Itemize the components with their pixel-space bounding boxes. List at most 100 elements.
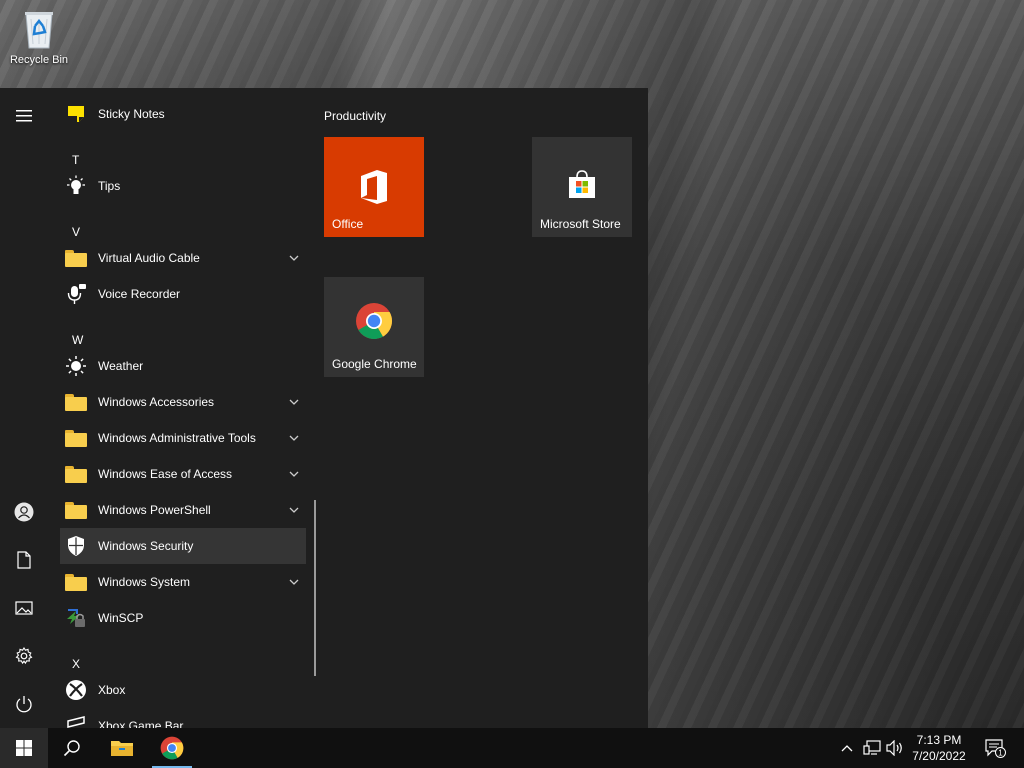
recycle-bin[interactable]: Recycle Bin bbox=[6, 6, 72, 76]
letter-header-w[interactable]: W bbox=[72, 333, 83, 347]
store-bag-icon bbox=[569, 170, 595, 198]
shield-icon bbox=[64, 534, 88, 558]
app-label: Voice Recorder bbox=[98, 287, 181, 301]
app-list-scrollbar[interactable] bbox=[314, 500, 316, 676]
action-center-button[interactable]: 1 bbox=[978, 728, 1012, 768]
search-icon bbox=[63, 740, 80, 757]
folder-icon bbox=[65, 249, 87, 267]
network-button[interactable] bbox=[860, 728, 884, 768]
network-icon bbox=[863, 740, 881, 755]
xbox-icon bbox=[64, 678, 88, 702]
start-button[interactable] bbox=[0, 728, 48, 768]
folder-icon bbox=[65, 429, 87, 447]
search-button[interactable] bbox=[48, 728, 96, 768]
app-label: Windows Security bbox=[98, 539, 194, 553]
app-label: Sticky Notes bbox=[98, 107, 165, 121]
folder-icon bbox=[65, 501, 87, 519]
letter-header-x[interactable]: X bbox=[72, 657, 80, 671]
notification-icon: 1 bbox=[985, 739, 1006, 758]
clock[interactable]: 7:13 PM 7/20/2022 bbox=[908, 732, 970, 764]
letter-header-t[interactable]: T bbox=[72, 153, 79, 167]
chevron-down-icon[interactable] bbox=[288, 432, 300, 444]
winscp-icon bbox=[64, 606, 88, 630]
folder-icon bbox=[65, 573, 87, 591]
chrome-taskbar-button[interactable] bbox=[148, 728, 196, 768]
sticky-notes-icon bbox=[64, 102, 88, 126]
app-label: Windows Accessories bbox=[98, 395, 215, 409]
app-label: Weather bbox=[98, 359, 144, 373]
microphone-icon bbox=[64, 282, 88, 306]
chevron-down-icon[interactable] bbox=[288, 576, 300, 588]
app-tips[interactable]: Tips bbox=[60, 168, 306, 204]
app-label: Windows PowerShell bbox=[98, 503, 211, 517]
user-icon bbox=[14, 502, 34, 522]
volume-button[interactable] bbox=[884, 728, 906, 768]
start-rail bbox=[0, 88, 48, 728]
chrome-icon bbox=[356, 303, 392, 340]
folder-virtual-audio-cable[interactable]: Virtual Audio Cable bbox=[60, 240, 306, 276]
tile-label: Google Chrome bbox=[332, 357, 417, 371]
chevron-down-icon[interactable] bbox=[288, 396, 300, 408]
app-list: Sticky Notes T Tips V Virtual Audio Cabl… bbox=[58, 96, 308, 728]
app-windows-security[interactable]: Windows Security bbox=[60, 528, 306, 564]
app-label: Windows Administrative Tools bbox=[98, 431, 256, 445]
gear-icon bbox=[15, 647, 33, 665]
folder-windows-ease-of-access[interactable]: Windows Ease of Access bbox=[60, 456, 306, 492]
start-menu: Sticky Notes T Tips V Virtual Audio Cabl… bbox=[0, 88, 648, 728]
folder-icon bbox=[111, 741, 133, 756]
tile-microsoft-store[interactable]: Microsoft Store bbox=[532, 137, 632, 237]
folder-windows-administrative-tools[interactable]: Windows Administrative Tools bbox=[60, 420, 306, 456]
clock-date: 7/20/2022 bbox=[912, 749, 966, 763]
tile-group-title[interactable]: Productivity bbox=[324, 109, 386, 123]
tile-google-chrome[interactable]: Google Chrome bbox=[324, 277, 424, 377]
tile-label: Microsoft Store bbox=[540, 217, 621, 231]
pictures-button[interactable] bbox=[0, 586, 48, 630]
notification-count: 1 bbox=[998, 749, 1003, 758]
app-label: Windows System bbox=[98, 575, 191, 589]
app-sticky-notes[interactable]: Sticky Notes bbox=[60, 96, 306, 132]
app-voice-recorder[interactable]: Voice Recorder bbox=[60, 276, 306, 312]
folder-icon bbox=[65, 465, 87, 483]
app-xbox-game-bar[interactable]: Xbox Game Bar bbox=[60, 708, 306, 728]
xbox-game-bar-icon bbox=[64, 714, 88, 728]
clock-time: 7:13 PM bbox=[916, 733, 962, 747]
volume-icon bbox=[886, 740, 902, 756]
document-icon bbox=[17, 551, 31, 569]
show-hidden-icons-button[interactable] bbox=[836, 728, 858, 768]
tile-office[interactable]: Office bbox=[324, 137, 424, 237]
power-button[interactable] bbox=[0, 682, 48, 726]
folder-icon bbox=[65, 393, 87, 411]
chrome-icon bbox=[160, 736, 184, 760]
file-explorer-button[interactable] bbox=[98, 728, 146, 768]
menu-icon bbox=[16, 110, 32, 122]
letter-header-v[interactable]: V bbox=[72, 225, 80, 239]
app-label: Tips bbox=[98, 179, 121, 193]
power-icon bbox=[16, 696, 32, 713]
weather-sun-icon bbox=[64, 354, 88, 378]
app-weather[interactable]: Weather bbox=[60, 348, 306, 384]
chevron-down-icon[interactable] bbox=[288, 468, 300, 480]
tile-label: Office bbox=[332, 217, 364, 231]
folder-windows-system[interactable]: Windows System bbox=[60, 564, 306, 600]
windows-logo-icon bbox=[16, 740, 32, 756]
folder-windows-powershell[interactable]: Windows PowerShell bbox=[60, 492, 306, 528]
recycle-bin-icon bbox=[19, 6, 59, 50]
chevron-up-icon bbox=[841, 745, 853, 752]
chevron-down-icon[interactable] bbox=[288, 252, 300, 264]
settings-button[interactable] bbox=[0, 634, 48, 678]
app-label: Xbox Game Bar bbox=[98, 719, 184, 728]
app-label: Windows Ease of Access bbox=[98, 467, 233, 481]
taskbar: 7:13 PM 7/20/2022 1 bbox=[0, 728, 1024, 768]
recycle-bin-label: Recycle Bin bbox=[9, 54, 69, 66]
app-label: WinSCP bbox=[98, 611, 144, 625]
documents-button[interactable] bbox=[0, 538, 48, 582]
tips-lightbulb-icon bbox=[64, 174, 88, 198]
hamburger-menu-button[interactable] bbox=[0, 94, 48, 138]
picture-icon bbox=[15, 601, 33, 615]
app-xbox[interactable]: Xbox bbox=[60, 672, 306, 708]
folder-windows-accessories[interactable]: Windows Accessories bbox=[60, 384, 306, 420]
app-winscp[interactable]: WinSCP bbox=[60, 600, 306, 636]
chevron-down-icon[interactable] bbox=[288, 504, 300, 516]
user-account-button[interactable] bbox=[0, 490, 48, 534]
app-label: Xbox bbox=[98, 683, 126, 697]
